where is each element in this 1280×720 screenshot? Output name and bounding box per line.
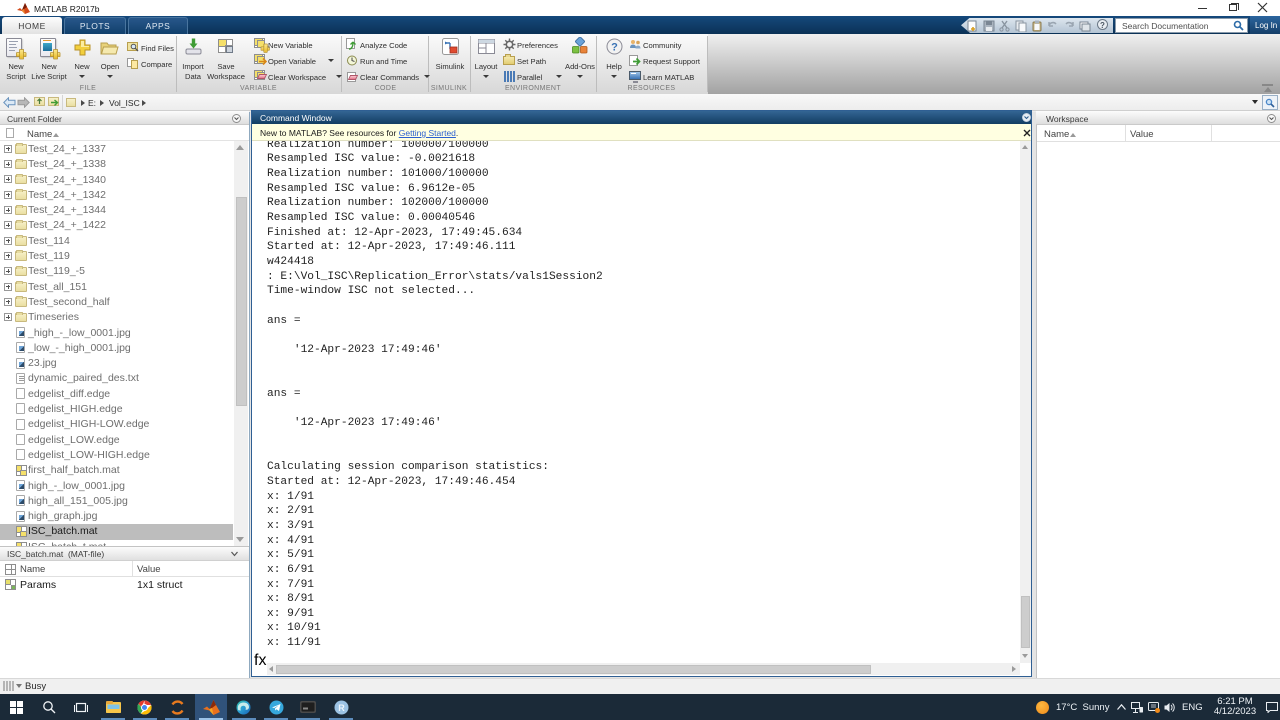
svg-text:?: ? — [611, 42, 618, 54]
svg-text:R: R — [338, 703, 345, 713]
